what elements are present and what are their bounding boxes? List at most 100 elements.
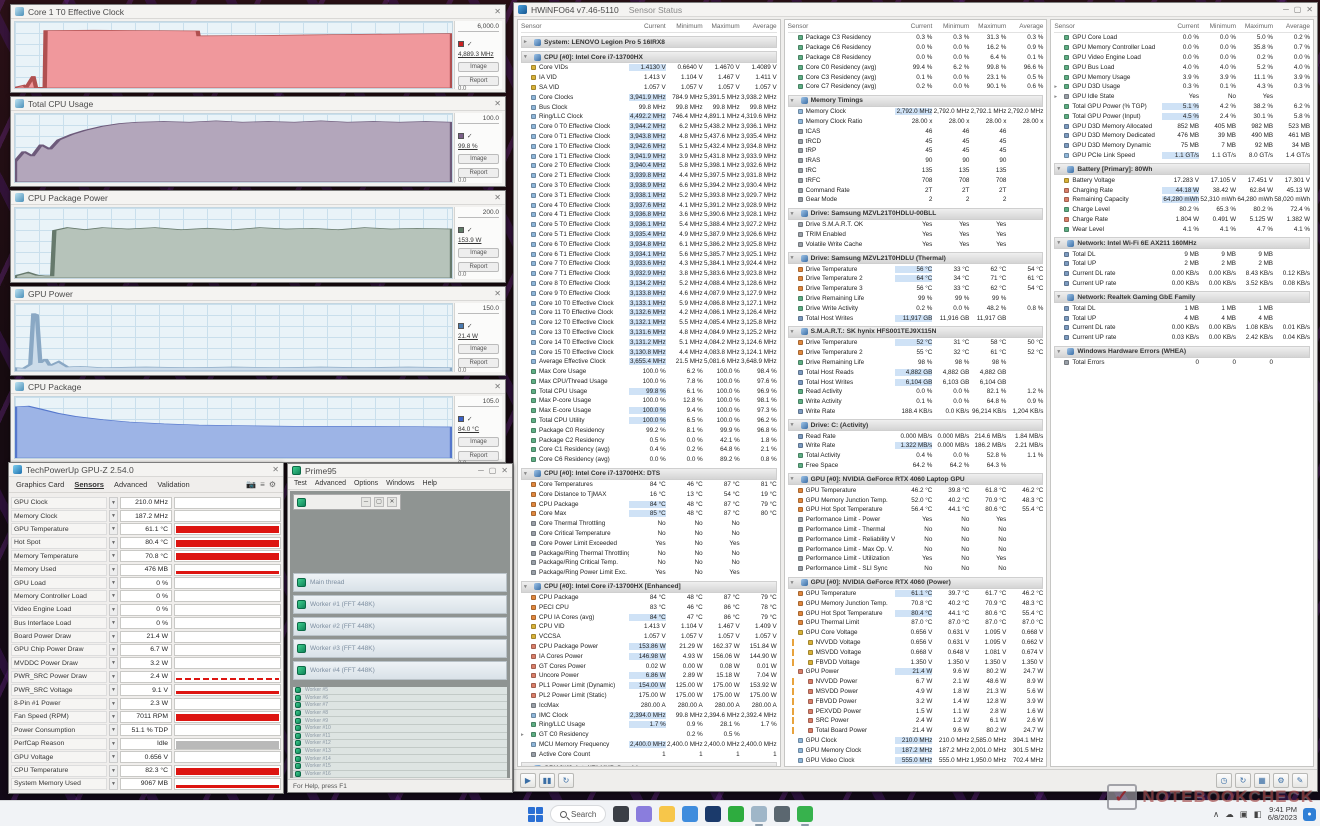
sensor-row[interactable]: Package/Ring Power Limit Exc.YesNoYes — [521, 568, 777, 578]
minimize-icon[interactable]: ─ — [361, 497, 371, 507]
menu-advanced[interactable]: Advanced — [315, 480, 346, 487]
sensor-row[interactable]: Performance Limit - SLI SyncNoNoNo — [788, 564, 1044, 574]
sensor-row[interactable]: IccMax280.00 A280.00 A280.00 A280.00 A — [521, 700, 777, 710]
sensor-row[interactable]: Core 15 T0 Effective Clock3,130.8 MHz4.4… — [521, 347, 777, 357]
gpuz-dropdown-icon[interactable]: ▼ — [109, 523, 118, 535]
gpuz-tool-icon[interactable]: ⚙ — [269, 480, 276, 489]
explorer-icon[interactable] — [659, 806, 675, 822]
sensor-row[interactable]: Total UP2 MB2 MB2 MB — [1054, 259, 1310, 269]
prime95-worker-window-min[interactable]: Worker #7 — [293, 702, 507, 710]
sensor-row[interactable]: GPU Core Load0.0 %0.0 %5.0 %0.2 % — [1054, 33, 1310, 43]
footer-button[interactable]: ✎ — [1292, 773, 1308, 788]
sensor-row[interactable]: Max Core Usage100.0 %6.2 %100.0 %98.4 % — [521, 367, 777, 377]
sensor-row[interactable]: Core 2 T0 Effective Clock3,940.4 MHz5.8 … — [521, 161, 777, 171]
sensor-section-header[interactable]: ▸System: LENOVO Legion Pro 5 16IRX8 — [521, 36, 777, 48]
sensor-row[interactable]: GPU Hot Spot Temperature80.4 °C44.1 °C80… — [788, 608, 1044, 618]
maximize-icon[interactable]: ▢ — [489, 467, 497, 475]
sensor-row[interactable]: MSVDD Power4.9 W1.8 W21.3 W5.6 W — [788, 687, 1044, 697]
sensor-row[interactable]: Package/Ring Thermal ThrottlingNoNoNo — [521, 548, 777, 558]
sensor-row[interactable]: Free Space64.2 %64.2 %64.3 % — [788, 461, 1044, 471]
gpuz-close-icon[interactable]: ✕ — [272, 466, 279, 474]
sensor-row[interactable]: Drive Temperature56 °C33 °C62 °C54 °C — [788, 264, 1044, 274]
prime95-worker-window-min[interactable]: Worker #11 — [293, 733, 507, 741]
tray-icon[interactable]: ◧ — [1254, 809, 1262, 820]
sensor-row[interactable]: GPU Power21.4 W9.6 W80.2 W24.7 W — [788, 667, 1044, 677]
column-header-current[interactable]: Current — [1162, 23, 1199, 30]
start-button[interactable] — [528, 807, 543, 822]
prime95-worker-window-min[interactable]: Worker #5 — [293, 687, 507, 695]
sensor-row[interactable]: ▸GT C0 Residency0.2 %0.5 % — [521, 730, 777, 740]
sensor-row[interactable]: Max CPU/Thread Usage100.0 %7.8 %100.0 %9… — [521, 377, 777, 387]
sensor-row[interactable]: Core 1 T1 Effective Clock3,941.9 MHz3.9 … — [521, 151, 777, 161]
column-header-sensor[interactable]: Sensor — [788, 23, 896, 30]
column-header-maximum[interactable]: Maximum — [703, 23, 740, 30]
sensor-row[interactable]: Core 0 T1 Effective Clock3,943.8 MHz4.8 … — [521, 132, 777, 142]
prime95-worker-window[interactable]: Worker #4 (FFT 448K) — [293, 661, 507, 680]
sensor-row[interactable]: IMC Clock2,394.0 MHz99.8 MHz2,394.6 MHz2… — [521, 710, 777, 720]
close-icon[interactable]: ✕ — [494, 100, 501, 108]
legend-check-icon[interactable]: ✓ — [467, 322, 472, 330]
prime95-worker-window[interactable]: Worker #2 (FFT 448K) — [293, 617, 507, 636]
sensor-row[interactable]: CPU VID1.413 V1.104 V1.467 V1.409 V — [521, 622, 777, 632]
sensor-row[interactable]: Core 3 T0 Effective Clock3,938.9 MHz6.6 … — [521, 181, 777, 191]
sensor-row[interactable]: Current UP rate0.00 KB/s0.00 KB/s3.52 KB… — [1054, 279, 1310, 289]
tray-icon[interactable]: ▣ — [1240, 809, 1248, 820]
prime95-worker-window-min[interactable]: Worker #10 — [293, 725, 507, 733]
collapse-arrow-icon[interactable]: ▾ — [791, 476, 798, 482]
notification-icon[interactable]: ● — [1303, 808, 1316, 821]
sensor-row[interactable]: Core Distance to TjMAX16 °C13 °C54 °C19 … — [521, 489, 777, 499]
sensor-row[interactable]: Read Rate0.000 MB/s0.000 MB/s214.6 MB/s1… — [788, 431, 1044, 441]
sensor-row[interactable]: Core 9 T0 Effective Clock3,133.8 MHz4.6 … — [521, 288, 777, 298]
gpuz-dropdown-icon[interactable]: ▼ — [109, 510, 118, 522]
sensor-row[interactable]: Package C3 Residency0.3 %0.3 %31.3 %0.3 … — [788, 33, 1044, 43]
sensor-row[interactable]: Core Power Limit ExceededYesNoYes — [521, 538, 777, 548]
prime95-worker-window-min[interactable]: Worker #16 — [293, 771, 507, 778]
gpuz-dropdown-icon[interactable]: ▼ — [109, 765, 118, 777]
sensor-section-header[interactable]: ▾Network: Intel Wi-Fi 6E AX211 160MHz — [1054, 237, 1310, 249]
collapse-arrow-icon[interactable]: ▾ — [524, 584, 531, 590]
sensor-section-header[interactable]: ▾Battery [Primary]: 80Wh — [1054, 163, 1310, 175]
legend-check-icon[interactable]: ✓ — [467, 132, 472, 140]
sensor-row[interactable]: tRC135135135 — [788, 166, 1044, 176]
sensor-row[interactable]: Command Rate2T2T2T — [788, 185, 1044, 195]
sensor-row[interactable]: Max P-core Usage100.0 %12.8 %100.0 %98.1… — [521, 396, 777, 406]
graph-titlebar[interactable]: CPU Package Power✕ — [11, 191, 505, 205]
sensor-section-header[interactable]: ▾Drive: Samsung MZVL21T0HDLU (Thermal) — [788, 252, 1044, 264]
sensor-row[interactable]: ▸GPU D3D Usage0.3 %0.1 %4.3 %0.3 % — [1054, 82, 1310, 92]
sensor-row[interactable]: Charge Rate1.804 W0.491 W5.125 W1.382 W — [1054, 215, 1310, 225]
menu-options[interactable]: Options — [354, 480, 378, 487]
sensor-row[interactable]: Total DL9 MB9 MB9 MB — [1054, 249, 1310, 259]
sensor-row[interactable]: Drive Temperature 264 °C34 °C71 °C61 °C — [788, 274, 1044, 284]
sensor-row[interactable]: Read Activity0.0 %0.0 %82.1 %1.2 % — [788, 387, 1044, 397]
sensor-row[interactable]: Max E-core Usage100.0 %9.4 %100.0 %97.3 … — [521, 406, 777, 416]
column-header-average[interactable]: Average — [1273, 23, 1310, 30]
gpuz-tab-graphics-card[interactable]: Graphics Card — [16, 480, 64, 489]
tray-icon[interactable]: ☁ — [1225, 809, 1234, 820]
sensor-section-header[interactable]: ▾CPU [#0]: Intel Core i7-13700HX [Enhanc… — [521, 581, 777, 593]
sensor-row[interactable]: Total UP4 MB4 MB4 MB — [1054, 313, 1310, 323]
gpuz-tab-validation[interactable]: Validation — [157, 480, 189, 489]
sensor-row[interactable]: GPU Memory Junction Temp.70.8 °C40.2 °C7… — [788, 598, 1044, 608]
sensor-row[interactable]: SA VID1.057 V1.057 V1.057 V1.057 V — [521, 83, 777, 93]
column-header-maximum[interactable]: Maximum — [1236, 23, 1273, 30]
gpuz-tool-icon[interactable]: ≡ — [260, 480, 265, 489]
sensor-row[interactable]: Write Rate188.4 KB/s0.0 KB/s96,214 KB/s1… — [788, 407, 1044, 417]
graph-image-button[interactable]: Image — [458, 248, 499, 258]
sensor-section-header[interactable]: ▾Drive: Samsung MZVL21T0HDLU-00BLL — [788, 208, 1044, 220]
sensor-row[interactable]: Core 8 T0 Effective Clock3,134.2 MHz5.2 … — [521, 279, 777, 289]
sensor-row[interactable]: GPU Memory Junction Temp.52.0 °C40.2 °C7… — [788, 495, 1044, 505]
close-icon[interactable]: ✕ — [494, 8, 501, 16]
maximize-icon[interactable]: ▢ — [1294, 6, 1302, 14]
gpuz-dropdown-icon[interactable]: ▼ — [109, 550, 118, 562]
sensor-row[interactable]: GPU Bus Load4.0 %4.0 %5.2 %4.0 % — [1054, 62, 1310, 72]
edge-icon[interactable] — [682, 806, 698, 822]
sensor-row[interactable]: Drive Remaining Life99 %99 %99 % — [788, 294, 1044, 304]
sensor-row[interactable]: Charging Rate44.18 W38.42 W62.84 W45.13 … — [1054, 185, 1310, 195]
sensor-row[interactable]: NVVDD Power6.7 W2.1 W48.6 W8.9 W — [788, 677, 1044, 687]
collapse-arrow-icon[interactable]: ▾ — [1057, 240, 1064, 246]
prime95-minimized-child[interactable]: ─ ▢ ✕ — [293, 494, 401, 510]
sensor-row[interactable]: Core 7 T0 Effective Clock3,933.6 MHz4.3 … — [521, 259, 777, 269]
sensor-row[interactable]: MCU Memory Frequency2,400.0 MHz2,400.0 M… — [521, 740, 777, 750]
gpuz-dropdown-icon[interactable]: ▼ — [109, 698, 118, 710]
sensor-row[interactable]: MSVDD Voltage0.668 V0.648 V1.081 V0.674 … — [788, 647, 1044, 657]
